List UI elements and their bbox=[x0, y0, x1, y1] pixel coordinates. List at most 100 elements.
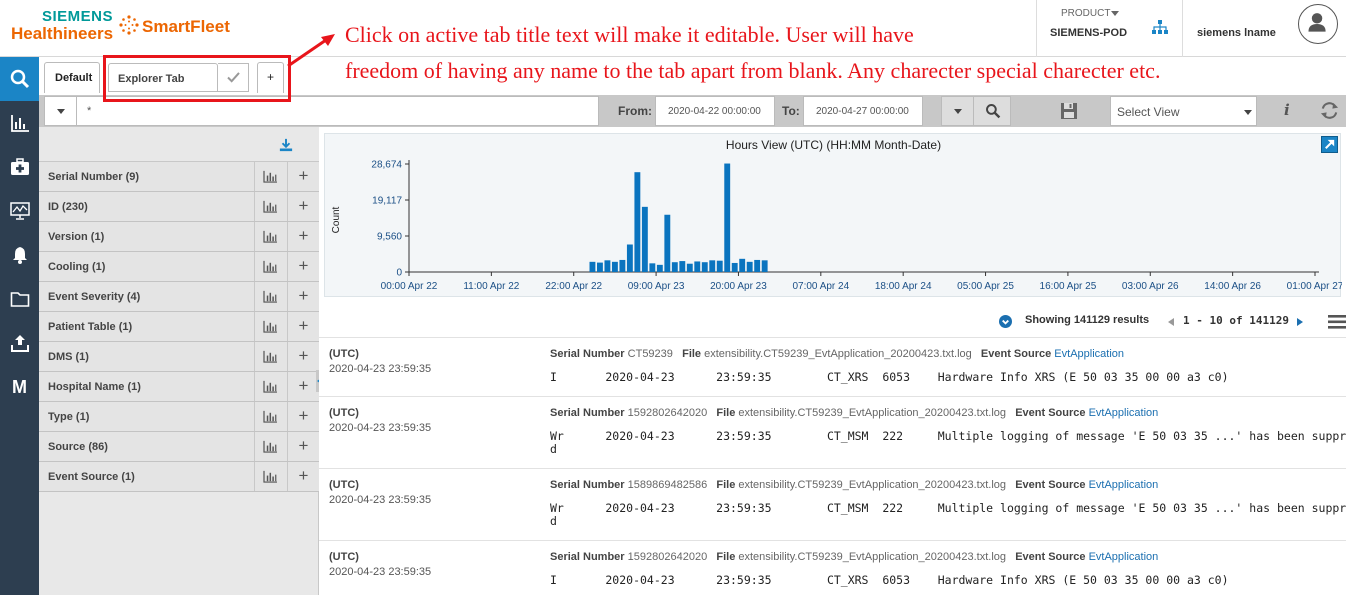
query-mode-dropdown[interactable] bbox=[44, 96, 77, 126]
chart-bar bbox=[679, 261, 686, 272]
download-circle-icon[interactable] bbox=[999, 315, 1012, 328]
facet-row[interactable]: Hospital Name (1) + bbox=[39, 372, 319, 402]
facet-row[interactable]: Patient Table (1) + bbox=[39, 312, 319, 342]
nav-files[interactable] bbox=[0, 277, 39, 321]
chart-bar bbox=[754, 259, 761, 272]
facet-label[interactable]: Version (1) bbox=[48, 231, 104, 243]
download-icon[interactable] bbox=[279, 138, 293, 152]
tab-default[interactable]: Default bbox=[44, 62, 100, 93]
event-source-link[interactable]: EvtApplication bbox=[1054, 348, 1124, 360]
facet-label[interactable]: Source (86) bbox=[48, 441, 108, 453]
facet-chart-button[interactable] bbox=[254, 192, 286, 221]
event-source-link[interactable]: EvtApplication bbox=[1089, 479, 1159, 491]
facet-chart-button[interactable] bbox=[254, 162, 286, 191]
facet-label[interactable]: Event Source (1) bbox=[48, 471, 135, 483]
log-entry[interactable]: (UTC) 2020-04-23 23:59:35 Serial Number 15… bbox=[319, 540, 1346, 600]
facet-chart-button[interactable] bbox=[254, 312, 286, 341]
facet-add-button[interactable]: + bbox=[287, 462, 319, 491]
serial-value[interactable]: 1592802642020 bbox=[628, 551, 708, 563]
facet-label[interactable]: Type (1) bbox=[48, 411, 89, 423]
facet-chart-button[interactable] bbox=[254, 432, 286, 461]
file-label: File bbox=[682, 348, 702, 360]
facet-add-button[interactable]: + bbox=[287, 402, 319, 431]
file-value[interactable]: extensibility.CT59239_EvtApplication_202… bbox=[704, 348, 972, 360]
prev-page-icon[interactable] bbox=[1168, 318, 1174, 326]
annotation-highlight-box bbox=[103, 55, 291, 102]
facet-row[interactable]: Source (86) + bbox=[39, 432, 319, 462]
select-view-dropdown[interactable]: Select View bbox=[1110, 96, 1257, 126]
nav-medical[interactable] bbox=[0, 145, 39, 189]
facet-label[interactable]: ID (230) bbox=[48, 201, 88, 213]
facet-chart-button[interactable] bbox=[254, 342, 286, 371]
facet-row[interactable]: Serial Number (9) + bbox=[39, 162, 319, 192]
file-value[interactable]: extensibility.CT59239_EvtApplication_202… bbox=[738, 407, 1006, 419]
save-view-button[interactable] bbox=[1057, 99, 1081, 123]
nav-analytics[interactable] bbox=[0, 101, 39, 145]
facet-chart-button[interactable] bbox=[254, 402, 286, 431]
file-value[interactable]: extensibility.CT59239_EvtApplication_202… bbox=[738, 551, 1006, 563]
nav-search[interactable] bbox=[0, 57, 39, 101]
nav-monitor[interactable] bbox=[0, 189, 39, 233]
facet-add-button[interactable]: + bbox=[287, 282, 319, 311]
from-date-input[interactable]: 2020-04-22 00:00:00 bbox=[655, 96, 775, 126]
log-entry[interactable]: (UTC) 2020-04-23 23:59:35 Serial Number 15… bbox=[319, 396, 1346, 468]
serial-value[interactable]: CT59239 bbox=[628, 348, 673, 360]
facet-chart-button[interactable] bbox=[254, 222, 286, 251]
facet-add-button[interactable]: + bbox=[287, 222, 319, 251]
facet-label[interactable]: Hospital Name (1) bbox=[48, 381, 141, 393]
next-page-icon[interactable] bbox=[1297, 318, 1303, 326]
chart-bar bbox=[626, 244, 633, 272]
facet-row[interactable]: Event Severity (4) + bbox=[39, 282, 319, 312]
serial-value[interactable]: 1589869482586 bbox=[628, 479, 708, 491]
facet-chart-button[interactable] bbox=[254, 372, 286, 401]
file-value[interactable]: extensibility.CT59239_EvtApplication_202… bbox=[738, 479, 1006, 491]
facet-row[interactable]: Event Source (1) + bbox=[39, 462, 319, 492]
facet-row[interactable]: ID (230) + bbox=[39, 192, 319, 222]
facet-chart-button[interactable] bbox=[254, 252, 286, 281]
event-source-link[interactable]: EvtApplication bbox=[1089, 551, 1159, 563]
bar-chart-icon bbox=[263, 320, 277, 333]
serial-value[interactable]: 1592802642020 bbox=[628, 407, 708, 419]
facet-add-button[interactable]: + bbox=[287, 372, 319, 401]
product-selector[interactable]: PRODUCT SIEMENS-POD bbox=[1036, 0, 1182, 57]
log-entry[interactable]: (UTC) 2020-04-23 23:59:35 Serial Number 15… bbox=[319, 468, 1346, 540]
nav-alerts[interactable] bbox=[0, 233, 39, 277]
nav-m[interactable]: M bbox=[0, 365, 39, 409]
bell-icon bbox=[12, 247, 27, 264]
facet-add-button[interactable]: + bbox=[287, 252, 319, 281]
facet-add-button[interactable]: + bbox=[287, 342, 319, 371]
chart-bar bbox=[664, 214, 671, 272]
chevron-down-icon bbox=[954, 109, 962, 114]
bar-chart-icon bbox=[263, 470, 277, 483]
avatar[interactable] bbox=[1298, 4, 1338, 44]
facet-label[interactable]: DMS (1) bbox=[48, 351, 89, 363]
facet-add-button[interactable]: + bbox=[287, 162, 319, 191]
facet-add-button[interactable]: + bbox=[287, 432, 319, 461]
to-date-input[interactable]: 2020-04-27 00:00:00 bbox=[803, 96, 923, 126]
refresh-icon[interactable] bbox=[1319, 100, 1340, 121]
event-source-link[interactable]: EvtApplication bbox=[1089, 407, 1159, 419]
search-button[interactable] bbox=[973, 96, 1011, 126]
log-timestamp: 2020-04-23 23:59:35 bbox=[329, 494, 432, 506]
facet-add-button[interactable]: + bbox=[287, 192, 319, 221]
facet-chart-button[interactable] bbox=[254, 462, 286, 491]
user-menu[interactable]: siemens lname bbox=[1182, 0, 1346, 57]
nav-upload[interactable] bbox=[0, 321, 39, 365]
facet-label[interactable]: Patient Table (1) bbox=[48, 321, 132, 333]
hierarchy-icon[interactable] bbox=[1152, 20, 1168, 34]
log-entry[interactable]: (UTC) 2020-04-23 23:59:35 Serial Number CT… bbox=[319, 337, 1346, 396]
facet-row[interactable]: Version (1) + bbox=[39, 222, 319, 252]
facet-add-button[interactable]: + bbox=[287, 312, 319, 341]
facet-row[interactable]: Type (1) + bbox=[39, 402, 319, 432]
chart-plot[interactable]: 28,674 19,117 9,560 0 Count 00:00 Apr 22 11:00… bbox=[325, 134, 1342, 298]
facet-row[interactable]: Cooling (1) + bbox=[39, 252, 319, 282]
facet-label[interactable]: Event Severity (4) bbox=[48, 291, 140, 303]
facet-chart-button[interactable] bbox=[254, 282, 286, 311]
serial-label: Serial Number bbox=[550, 407, 625, 419]
info-icon[interactable]: i bbox=[1284, 101, 1290, 119]
list-menu-icon[interactable] bbox=[1328, 315, 1346, 329]
facet-label[interactable]: Cooling (1) bbox=[48, 261, 105, 273]
facet-row[interactable]: DMS (1) + bbox=[39, 342, 319, 372]
search-options-dropdown[interactable] bbox=[941, 96, 974, 126]
facet-label[interactable]: Serial Number (9) bbox=[48, 171, 139, 183]
